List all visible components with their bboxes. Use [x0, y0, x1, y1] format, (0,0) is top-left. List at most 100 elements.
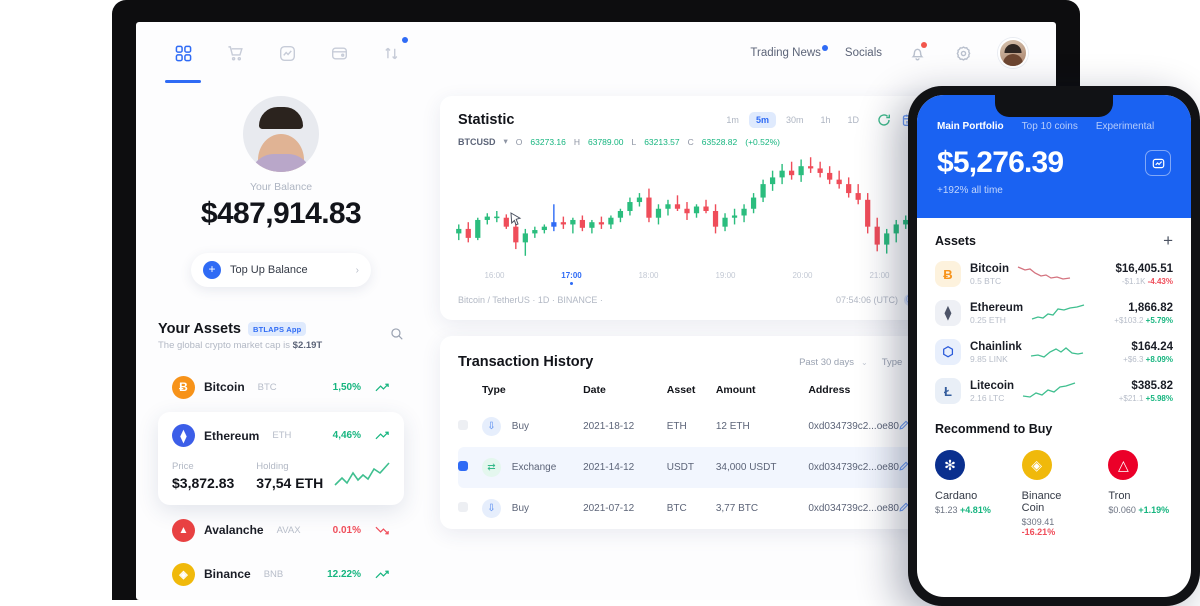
col-amount: Amount [715, 384, 756, 396]
checkbox[interactable] [458, 420, 468, 430]
timeframe-1m[interactable]: 1m [719, 112, 746, 128]
change-abs: -$1.1K [1121, 276, 1146, 286]
avalanche-icon: ▲ [172, 518, 195, 542]
row-amount: 3,77 BTC [715, 503, 759, 514]
asset-values: 1,866.82 +$103.2 +5.79% [1114, 302, 1173, 325]
wallet-icon[interactable] [326, 40, 352, 66]
phone-asset-chainlink[interactable]: ⬡ Chainlink 9.85 LINK $164.24 +$6.3 +8.0… [935, 339, 1173, 365]
phone-asset-ethereum[interactable]: ⧫ Ethereum 0.25 ETH 1,866.82 +$103.2 +5.… [935, 300, 1173, 326]
ethereum-icon: ⧫ [172, 424, 195, 447]
top-up-balance-button[interactable]: + Top Up Balance › [191, 253, 371, 287]
tab-experimental[interactable]: Experimental [1096, 121, 1154, 132]
profile-avatar[interactable] [243, 96, 319, 172]
asset-row-bitcoin[interactable]: Ƀ Bitcoin BTC 1,50% [158, 365, 404, 409]
row-type: Buy [511, 503, 530, 514]
timeframe-30m[interactable]: 30m [779, 112, 811, 128]
row-amount: 12 ETH [715, 421, 750, 432]
timeframe-1h[interactable]: 1h [813, 112, 837, 128]
sparkline-icon [375, 570, 389, 578]
col-type: Type [482, 384, 506, 396]
symbol-label[interactable]: BTCUSD [458, 137, 496, 147]
user-avatar[interactable] [998, 38, 1028, 68]
transaction-table: Type Date Asset Amount Address ⇩ Buy 202… [458, 384, 916, 529]
assets-badge: BTLAPS App [248, 322, 307, 336]
balance-label: Your Balance [249, 181, 313, 193]
phone-balance-row: $5,276.39 [937, 146, 1171, 180]
row-checkbox-cell[interactable] [458, 406, 482, 447]
card-icon[interactable] [1145, 150, 1171, 176]
timeframe-1d[interactable]: 1D [840, 112, 866, 128]
x-tick: 16:00 [484, 271, 505, 280]
sparkline-icon [375, 431, 389, 440]
row-asset: BTC [666, 503, 687, 514]
holding-block: Holding 37,54 ETH [256, 461, 323, 491]
news-notification-dot [821, 45, 828, 51]
transaction-history-title: Transaction History [458, 354, 594, 370]
recommend-price-row: $0.060 +1.19% [1108, 505, 1173, 515]
nav-right-group: Trading News Socials [750, 38, 1028, 68]
tab-main-portfolio[interactable]: Main Portfolio [937, 121, 1004, 132]
asset-row-binance[interactable]: ◈ Binance BNB 12.22% [158, 552, 404, 596]
change-pct: +5.98% [1145, 393, 1173, 403]
recommend-title: Recommend to Buy [935, 422, 1053, 436]
asset-name-block: Bitcoin 0.5 BTC [970, 263, 1009, 286]
search-icon[interactable] [390, 327, 404, 346]
asset-name: Chainlink [970, 340, 1022, 353]
cursor-icon [510, 212, 522, 226]
litecoin-icon: Ł [935, 378, 961, 404]
sparkline-icon [1031, 304, 1085, 320]
row-checkbox-cell[interactable] [458, 447, 482, 488]
asset-card-ethereum[interactable]: ⧫ Ethereum ETH 4,46% Price $3,872.83 Hol… [158, 412, 404, 505]
buy-icon: ⇩ [482, 499, 501, 518]
row-checkbox-cell[interactable] [458, 488, 482, 529]
phone-frame: Main Portfolio Top 10 coins Experimental… [908, 86, 1200, 606]
refresh-icon[interactable] [877, 113, 891, 127]
ohlc-high-key: H [573, 136, 580, 147]
asset-name: Binance [204, 567, 251, 581]
chart-icon[interactable] [274, 40, 300, 66]
gear-icon[interactable] [952, 42, 974, 64]
statistic-title: Statistic [458, 112, 515, 128]
table-row[interactable]: ⇄ Exchange 2021-14-12 USDT 34,000 USDT 0… [458, 447, 916, 488]
assets-subtitle-text: The global crypto market cap is [158, 340, 293, 351]
col-asset: Asset [666, 384, 696, 396]
sparkline-icon [1017, 266, 1071, 280]
asset-name: Litecoin [970, 379, 1015, 392]
symbol-chevron-icon[interactable]: ▾ [504, 136, 508, 147]
candlestick-chart[interactable] [440, 147, 934, 267]
table-row[interactable]: ⇩ Buy 2021-18-12 ETH 12 ETH 0xd034739c2.… [458, 406, 916, 447]
timeframe-5m[interactable]: 5m [748, 112, 776, 128]
table-head: Type Date Asset Amount Address [458, 384, 916, 406]
phone-asset-litecoin[interactable]: Ł Litecoin 2.16 LTC $385.82 +$21.1 +5.98… [935, 378, 1173, 404]
col-select [458, 384, 482, 406]
statistic-header: Statistic 1m 5m 30m 1h 1D [440, 96, 934, 128]
recommend-grid: ✻ Cardano $1.23 +4.81% ◈ Binance Coin $3… [935, 450, 1173, 537]
recommend-card-binance-coin[interactable]: ◈ Binance Coin $309.41 -16.21% [1021, 450, 1087, 537]
table-row[interactable]: ⇩ Buy 2021-07-12 BTC 3,77 BTC 0xd034739c… [458, 488, 916, 529]
nav-link-trading-news[interactable]: Trading News [750, 45, 828, 59]
cart-icon[interactable] [222, 40, 248, 66]
table-header-row: Type Date Asset Amount Address [458, 384, 916, 406]
timeframe-group: 1m 5m 30m 1h 1D [719, 112, 916, 128]
tab-top-10-coins[interactable]: Top 10 coins [1022, 121, 1078, 132]
filter-date-range[interactable]: Past 30 days ⌄ [799, 357, 868, 368]
ethereum-icon: ⧫ [935, 300, 961, 326]
checkbox[interactable] [458, 502, 468, 512]
nav-link-socials[interactable]: Socials [845, 47, 882, 59]
ethereum-card-header: ⧫ Ethereum ETH 4,46% [172, 424, 390, 447]
row-date: 2021-18-12 [583, 421, 635, 432]
recommend-card-tron[interactable]: △ Tron $0.060 +1.19% [1108, 450, 1173, 537]
transfer-icon[interactable] [378, 37, 408, 66]
asset-amount: 0.25 ETH [970, 314, 1006, 325]
asset-price: $385.82 [1131, 379, 1173, 392]
market-cap-value: $2.19T [292, 340, 323, 351]
phone-asset-bitcoin[interactable]: Ƀ Bitcoin 0.5 BTC $16,405.51 -$1.1K -4.4… [935, 261, 1173, 287]
dashboard-icon[interactable] [165, 40, 201, 83]
bell-icon[interactable] [906, 42, 928, 64]
binance-coin-icon: ◈ [1021, 450, 1052, 480]
plus-icon[interactable]: + [1163, 232, 1173, 249]
asset-price: $164.24 [1131, 340, 1173, 353]
asset-row-avalanche[interactable]: ▲ Avalanche AVAX 0.01% [158, 508, 404, 552]
recommend-card-cardano[interactable]: ✻ Cardano $1.23 +4.81% [935, 450, 1000, 537]
checkbox[interactable] [458, 461, 468, 471]
